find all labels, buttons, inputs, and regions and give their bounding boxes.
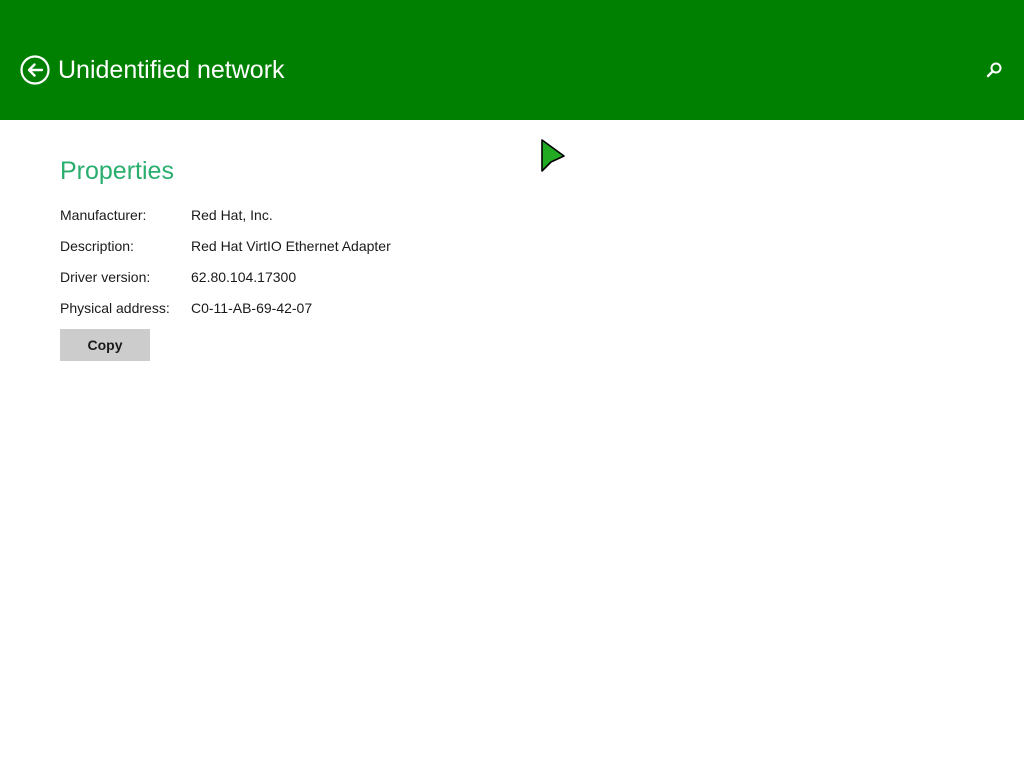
property-value: Red Hat, Inc. [191, 207, 273, 223]
property-value: 62.80.104.17300 [191, 269, 297, 285]
back-button[interactable] [20, 55, 50, 85]
copy-button[interactable]: Copy [60, 329, 150, 361]
property-label: Description: [60, 238, 134, 254]
header-bar: Unidentified network [0, 0, 1024, 120]
property-label: Manufacturer: [60, 207, 147, 223]
property-value: C0-11-AB-69-42-07 [191, 300, 313, 316]
mouse-cursor [541, 139, 565, 173]
search-icon [986, 62, 1002, 78]
property-value: Red Hat VirtIO Ethernet Adapter [191, 238, 391, 254]
back-arrow-circle-icon [20, 55, 50, 85]
page-title: Unidentified network [58, 56, 285, 84]
property-label: Driver version: [60, 269, 151, 285]
mouse-pointer-icon [541, 139, 565, 172]
properties-heading: Properties [60, 157, 174, 185]
search-button[interactable] [984, 60, 1004, 80]
property-label: Physical address: [60, 300, 170, 316]
